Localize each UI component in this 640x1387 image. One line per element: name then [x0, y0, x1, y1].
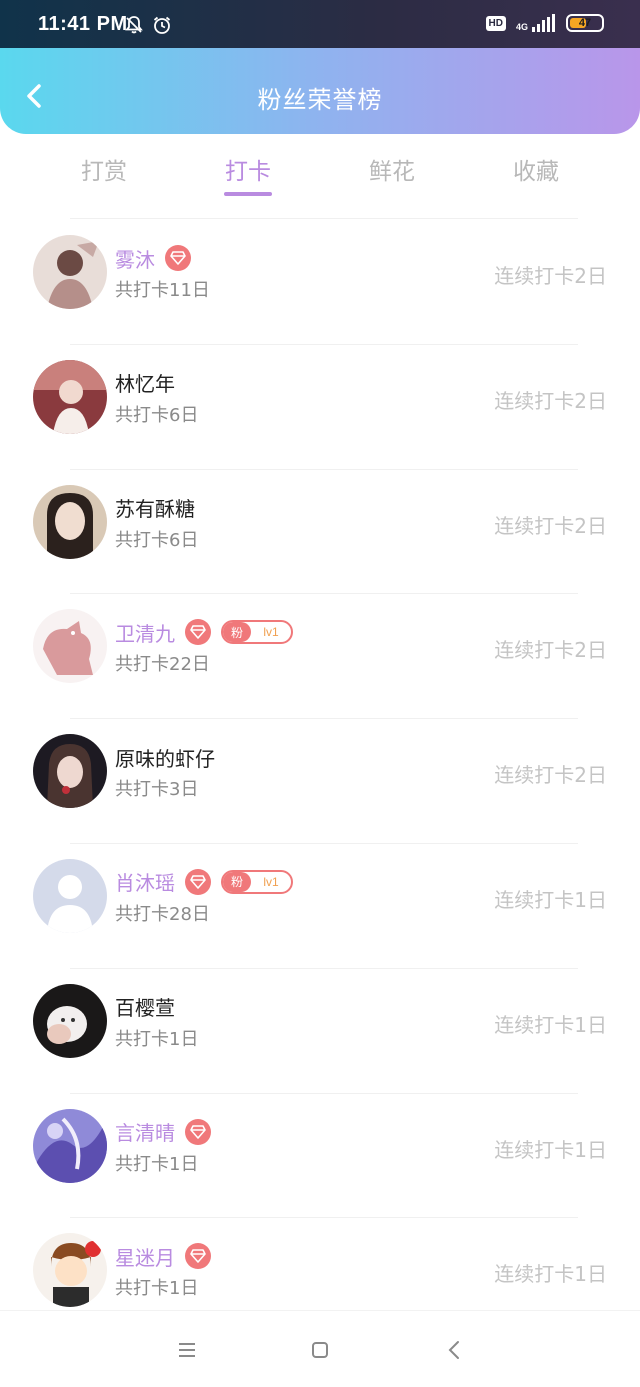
diamond-icon: [185, 868, 211, 895]
streak-checkins: 连续打卡1日: [494, 1262, 607, 1287]
avatar[interactable]: [33, 235, 107, 309]
streak-checkins: 连续打卡2日: [494, 264, 607, 288]
tab-label: 打赏: [81, 159, 127, 185]
diamond-icon: [185, 1118, 211, 1145]
fan-badge-label: 粉: [223, 622, 251, 643]
fan-name: 原味的虾仔: [115, 746, 215, 771]
tab-favorites[interactable]: 收藏: [464, 146, 608, 200]
status-bar: 11:41 PM HD 4G 47: [0, 0, 640, 48]
streak-checkins: 连续打卡2日: [494, 513, 607, 538]
avatar[interactable]: [33, 858, 107, 933]
list-item[interactable]: 原味的虾仔 共打卡3日 连续打卡2日: [0, 719, 640, 844]
avatar[interactable]: [33, 484, 107, 559]
diamond-icon: [185, 619, 211, 646]
page-title: 粉丝荣誉榜: [257, 86, 383, 114]
divider: [70, 218, 578, 219]
active-tab-indicator: [224, 192, 272, 196]
fan-badge-label: 粉: [223, 871, 251, 892]
fan-name: 百樱萱: [115, 996, 175, 1021]
total-checkins: 共打卡1日: [115, 1278, 199, 1300]
list-item[interactable]: 林忆年 共打卡6日 连续打卡2日: [0, 345, 640, 470]
avatar[interactable]: [33, 734, 107, 809]
tab-label: 收藏: [513, 159, 559, 185]
battery-icon: 47: [566, 14, 604, 32]
diamond-icon: [165, 245, 191, 271]
total-checkins: 共打卡1日: [115, 1153, 199, 1175]
streak-checkins: 连续打卡2日: [494, 388, 607, 413]
fan-name: 言清晴: [115, 1121, 175, 1146]
list-item[interactable]: 肖沐瑶 粉 lv1 共打卡28日 连续打卡1日: [0, 844, 640, 969]
total-checkins: 共打卡6日: [115, 404, 199, 426]
tab-label: 打卡: [225, 159, 271, 185]
fan-name: 林忆年: [115, 372, 175, 397]
avatar[interactable]: [33, 359, 107, 434]
fan-name: 星迷月: [115, 1245, 175, 1270]
fan-badge-level: lv1: [263, 874, 279, 889]
fan-honor-page: 11:41 PM HD 4G 47 粉丝荣誉榜 打赏 打卡 鲜花 收藏 雾沐 共…: [0, 0, 640, 1387]
tab-label: 鲜花: [369, 159, 415, 185]
fan-name: 肖沐瑶: [115, 871, 175, 896]
total-checkins: 共打卡28日: [115, 903, 210, 925]
list-item[interactable]: 苏有酥糖 共打卡6日 连续打卡2日: [0, 470, 640, 595]
header: 11:41 PM HD 4G 47 粉丝荣誉榜: [0, 0, 640, 134]
streak-checkins: 连续打卡2日: [494, 638, 607, 663]
back-icon[interactable]: [441, 1337, 467, 1363]
streak-checkins: 连续打卡2日: [494, 763, 607, 788]
streak-checkins: 连续打卡1日: [494, 1137, 607, 1162]
hd-badge: HD: [485, 15, 506, 31]
fan-name: 雾沐: [115, 247, 155, 272]
tab-reward[interactable]: 打赏: [32, 146, 176, 200]
list-item[interactable]: 卫清九 粉 lv1 共打卡22日 连续打卡2日: [0, 594, 640, 720]
fan-level-badge: 粉 lv1: [221, 869, 293, 894]
tab-flowers[interactable]: 鲜花: [320, 146, 464, 200]
diamond-icon: [185, 1243, 211, 1270]
menu-icon[interactable]: [174, 1337, 200, 1363]
total-checkins: 共打卡11日: [115, 280, 210, 301]
tab-bar: 打赏 打卡 鲜花 收藏: [32, 146, 608, 200]
tab-checkin[interactable]: 打卡: [176, 146, 320, 200]
network-label: 4G: [515, 22, 528, 32]
fan-name: 卫清九: [115, 621, 175, 646]
signal-icon: 4G: [516, 14, 556, 32]
list-item[interactable]: 言清晴 共打卡1日 连续打卡1日: [0, 1094, 640, 1219]
streak-checkins: 连续打卡1日: [494, 887, 607, 912]
total-checkins: 共打卡6日: [115, 529, 199, 551]
system-nav-bar: [0, 1310, 640, 1387]
streak-checkins: 连续打卡1日: [494, 1012, 607, 1037]
list-item[interactable]: 雾沐 共打卡11日 连续打卡2日: [0, 220, 640, 345]
fan-list: 雾沐 共打卡11日 连续打卡2日 林忆年 共打卡6日 连续打卡2日 苏有酥糖 共…: [0, 220, 640, 1343]
total-checkins: 共打卡22日: [115, 654, 210, 676]
fan-badge-level: lv1: [263, 625, 279, 640]
status-time: 11:41 PM: [38, 13, 128, 35]
avatar[interactable]: [33, 609, 107, 684]
avatar[interactable]: [33, 983, 107, 1058]
battery-level: 47: [578, 17, 592, 29]
avatar[interactable]: [33, 1108, 107, 1183]
fan-level-badge: 粉 lv1: [221, 620, 293, 645]
home-icon[interactable]: [307, 1337, 333, 1363]
avatar[interactable]: [33, 1233, 107, 1308]
total-checkins: 共打卡3日: [115, 779, 199, 801]
bell-off-icon: [124, 15, 144, 39]
fan-name: 苏有酥糖: [115, 497, 195, 522]
total-checkins: 共打卡1日: [115, 1028, 199, 1050]
alarm-icon: [152, 15, 172, 39]
list-item[interactable]: 百樱萱 共打卡1日 连续打卡1日: [0, 969, 640, 1094]
